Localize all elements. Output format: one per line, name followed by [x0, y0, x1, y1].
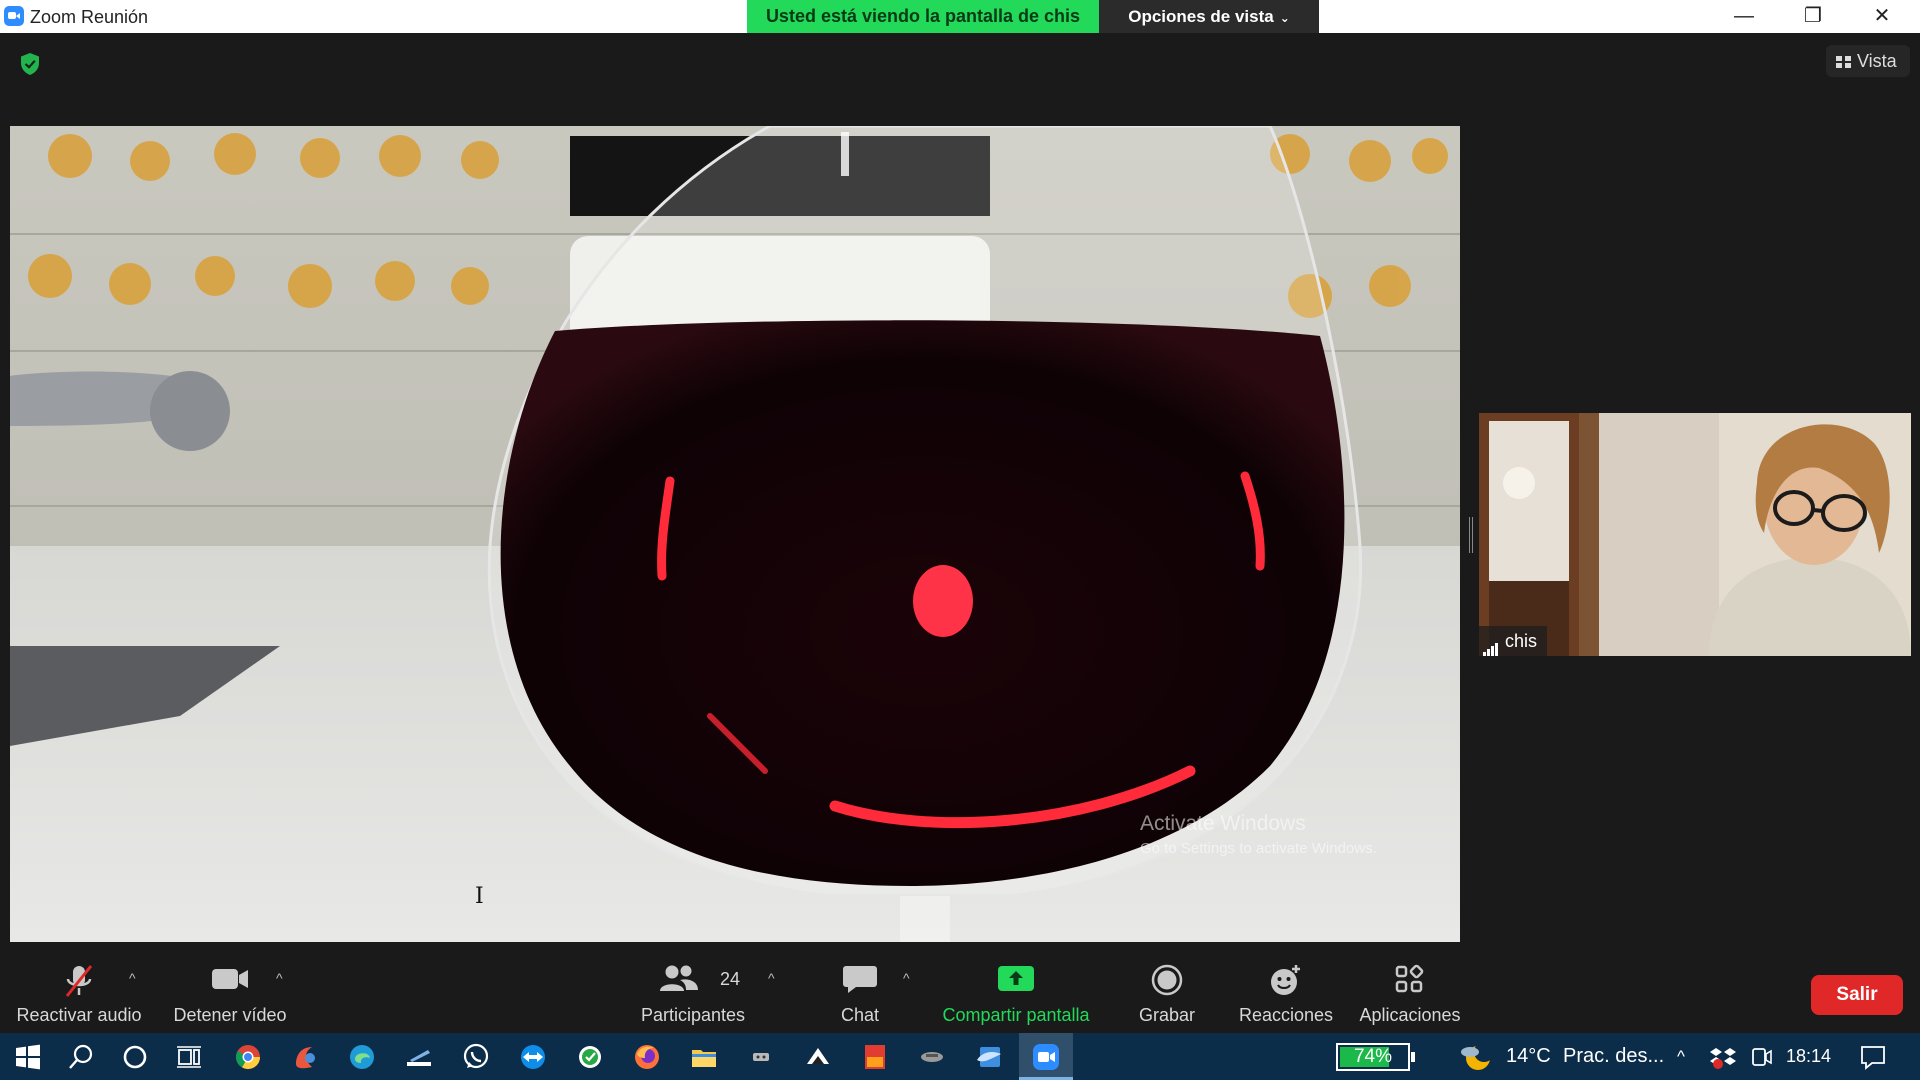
mountain-app-icon[interactable]	[803, 1042, 833, 1072]
notes-app-icon[interactable]	[404, 1042, 434, 1072]
windows-activation-watermark: Activate Windows Go to Settings to activ…	[1140, 812, 1377, 857]
stop-video-label: Detener vídeo	[173, 1005, 287, 1025]
cortana-icon[interactable]	[120, 1042, 150, 1072]
outlook-icon[interactable]	[974, 1042, 1004, 1072]
participant-name-tag: chis	[1479, 626, 1548, 656]
watermark-line-2: Go to Settings to activate Windows.	[1140, 840, 1377, 857]
watermark-line-1: Activate Windows	[1140, 812, 1306, 835]
chat-bubble-icon	[843, 966, 877, 993]
windows-start-icon[interactable]	[13, 1042, 43, 1072]
reactions-label: Reacciones	[1238, 1005, 1334, 1025]
participants-count: 24	[720, 969, 741, 989]
participant-video-tile[interactable]: chis	[1479, 413, 1911, 656]
panel-splitter-handle[interactable]	[1469, 517, 1473, 553]
dropbox-tray-icon[interactable]	[1708, 1042, 1738, 1072]
unmute-audio-label: Reactivar audio	[16, 1005, 142, 1025]
share-banner: Usted está viendo la pantalla de chis	[747, 0, 1099, 33]
record-button[interactable]: Grabar	[1127, 955, 1207, 1033]
record-icon	[1151, 964, 1183, 996]
audio-options-caret[interactable]: ^	[129, 970, 136, 986]
leave-meeting-button[interactable]: Salir	[1811, 975, 1903, 1015]
chat-button[interactable]: Chat	[820, 955, 900, 1033]
file-explorer-icon[interactable]	[689, 1042, 719, 1072]
meet-now-icon[interactable]	[1746, 1042, 1776, 1072]
tray-overflow-chevron[interactable]: ^	[1677, 1047, 1685, 1067]
chat-label: Chat	[840, 1005, 880, 1025]
view-button[interactable]: Vista	[1826, 45, 1910, 77]
share-screen-icon	[998, 966, 1034, 991]
security-shield-icon[interactable]	[19, 52, 41, 76]
search-icon[interactable]	[66, 1042, 96, 1072]
record-label: Grabar	[1138, 1005, 1196, 1025]
microphone-muted-icon	[65, 965, 93, 997]
participants-icon	[660, 965, 699, 991]
zoom-app-icon	[4, 6, 24, 26]
share-screen-button[interactable]: Compartir pantalla	[935, 955, 1097, 1033]
video-options-caret[interactable]: ^	[276, 970, 283, 986]
paint-app-icon[interactable]	[290, 1042, 320, 1072]
apps-label: Aplicaciones	[1359, 1005, 1461, 1025]
taskbar-clock[interactable]: 18:14	[1786, 1046, 1831, 1067]
chevron-down-icon: ⌄	[1279, 11, 1290, 25]
green-app-icon[interactable]	[575, 1042, 605, 1072]
participant-name: chis	[1505, 631, 1538, 651]
grid-view-icon	[1836, 56, 1851, 68]
window-title: Zoom Reunión	[30, 7, 149, 27]
chat-options-caret[interactable]: ^	[903, 970, 910, 986]
close-button[interactable]: ✕	[1848, 0, 1916, 33]
view-options-label: Opciones de vista	[1128, 7, 1274, 26]
battery-indicator[interactable]: 74%	[1336, 1043, 1415, 1071]
shared-screen[interactable]: Activate Windows Go to Settings to activ…	[10, 126, 1460, 942]
video-camera-icon	[212, 969, 248, 989]
participants-label: Participantes	[640, 1005, 746, 1025]
participants-options-caret[interactable]: ^	[768, 970, 775, 986]
reactions-button[interactable]: Reacciones	[1236, 955, 1336, 1033]
whatsapp-icon[interactable]	[461, 1042, 491, 1072]
unmute-audio-button[interactable]: Reactivar audio	[8, 955, 150, 1033]
teamviewer-icon[interactable]	[518, 1042, 548, 1072]
misc-app-icon[interactable]	[917, 1042, 947, 1072]
weather-description[interactable]: Prac. des...	[1563, 1045, 1664, 1068]
apps-icon	[1395, 964, 1424, 993]
text-cursor-icon: I	[475, 884, 484, 909]
apps-button[interactable]: Aplicaciones	[1355, 955, 1465, 1033]
weather-moon-icon[interactable]	[1458, 1040, 1492, 1074]
zoom-window: Zoom Reunión Usted está viendo la pantal…	[0, 0, 1920, 1080]
restore-button[interactable]: ❐	[1779, 0, 1847, 33]
windows-taskbar: 74% 14°C Prac. des... ^ 18:14	[0, 1033, 1920, 1080]
stop-video-button[interactable]: Detener vídeo	[165, 955, 295, 1033]
pdf-jpg-icon[interactable]	[860, 1042, 890, 1072]
chrome-icon[interactable]	[233, 1042, 263, 1072]
view-button-label: Vista	[1857, 51, 1897, 71]
participants-button[interactable]: 24 Participantes	[636, 955, 750, 1033]
weather-temperature[interactable]: 14°C	[1506, 1045, 1551, 1068]
battery-percent: 74%	[1353, 1046, 1393, 1067]
view-options-button[interactable]: Opciones de vista ⌄	[1099, 0, 1319, 33]
meeting-toolbar: Reactivar audio ^ Detener vídeo ^ 24 Par…	[0, 955, 1920, 1033]
task-view-icon[interactable]	[174, 1042, 204, 1072]
title-bar: Zoom Reunión Usted está viendo la pantal…	[0, 0, 1920, 33]
signal-strength-icon	[1483, 628, 1499, 656]
game-app-icon[interactable]	[746, 1042, 776, 1072]
share-screen-label: Compartir pantalla	[942, 1005, 1090, 1025]
reactions-smiley-icon	[1271, 965, 1300, 995]
edge-icon[interactable]	[347, 1042, 377, 1072]
firefox-icon[interactable]	[632, 1042, 662, 1072]
participant-video	[1479, 413, 1911, 656]
notifications-icon[interactable]	[1858, 1042, 1888, 1072]
minimize-button[interactable]: —	[1710, 0, 1778, 33]
zoom-taskbar-icon[interactable]	[1031, 1042, 1061, 1072]
